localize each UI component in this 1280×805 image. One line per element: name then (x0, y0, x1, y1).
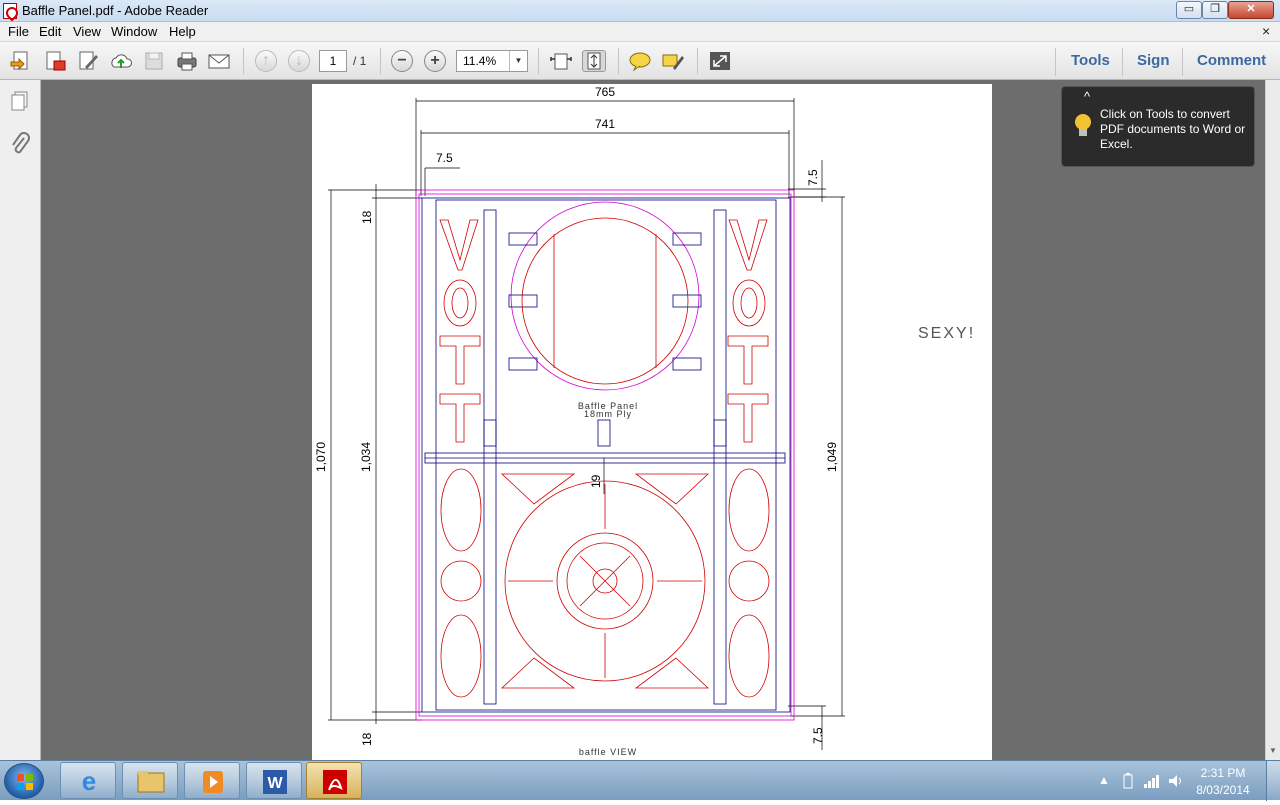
dim-center: 19 (589, 474, 603, 488)
taskbar: e W ▲ 2:31 PM 8/03/2014 (0, 760, 1280, 801)
toolbar-separator (697, 48, 698, 74)
show-desktop-button[interactable] (1266, 761, 1280, 801)
plus-icon: + (424, 50, 446, 72)
print-icon[interactable] (175, 50, 199, 72)
scroll-down-icon[interactable]: ▼ (1269, 746, 1277, 755)
navigation-panel (0, 80, 41, 760)
adobe-reader-icon (3, 3, 17, 19)
pdf-page: 765 741 7.5 7.5 18 1,070 1,034 1,049 19 … (312, 84, 992, 760)
tools-tab[interactable]: Tools (1071, 52, 1110, 69)
highlight-icon[interactable] (661, 50, 685, 72)
email-icon[interactable] (207, 50, 231, 72)
dim-top-outer: 765 (595, 85, 615, 99)
dim-right-height: 1,049 (825, 442, 839, 472)
save-icon[interactable] (142, 50, 166, 72)
battery-icon[interactable] (1122, 773, 1134, 794)
zoom-in-button[interactable]: + (424, 50, 446, 72)
attachments-icon[interactable] (9, 132, 31, 161)
zoom-dropdown-icon[interactable]: ▼ (509, 51, 527, 71)
menu-bar: File Edit View Window Help × (0, 22, 1280, 42)
adobe-reader-task[interactable] (306, 762, 362, 799)
comment-tab[interactable]: Comment (1197, 52, 1266, 69)
create-pdf-icon[interactable] (43, 50, 67, 72)
window-title: Baffle Panel.pdf - Adobe Reader (22, 3, 209, 18)
cloud-upload-icon[interactable] (109, 50, 133, 72)
page-number-input[interactable]: 1 (319, 50, 347, 72)
toolbar-separator (1055, 48, 1056, 76)
tools-tooltip: ^ Click on Tools to convert PDF document… (1061, 86, 1255, 167)
toolbar-separator (1122, 48, 1123, 76)
fit-width-icon[interactable] (549, 50, 573, 72)
toolbar-separator (618, 48, 619, 74)
next-page-icon[interactable]: ↓ (288, 50, 310, 72)
internet-explorer-task[interactable]: e (60, 762, 116, 799)
menu-window[interactable]: Window (111, 24, 157, 39)
minus-icon: − (391, 50, 413, 72)
dim-left-inner: 1,034 (359, 442, 373, 472)
vertical-scrollbar[interactable]: ▼ (1265, 80, 1280, 760)
fit-page-icon[interactable] (582, 50, 606, 72)
sticky-note-icon[interactable] (628, 50, 652, 72)
menu-help[interactable]: Help (169, 24, 196, 39)
view-label: baffle VIEW (579, 747, 637, 757)
zoom-out-button[interactable]: − (391, 50, 413, 72)
svg-text:e: e (82, 766, 96, 796)
toolbar: ↑ ↓ 1 / 1 − + 11.4% ▼ Tools Sign Comment (0, 42, 1280, 80)
panel-label-line2: 18mm Ply (584, 409, 632, 419)
dim-right-top: 7.5 (806, 169, 820, 186)
start-button[interactable] (4, 763, 44, 799)
lightbulb-icon (1074, 113, 1092, 139)
show-hidden-icons[interactable]: ▲ (1098, 773, 1110, 787)
clock-time[interactable]: 2:31 PM (1193, 766, 1253, 780)
dim-left-top: 18 (360, 210, 374, 224)
baffle-drawing: 765 741 7.5 7.5 18 1,070 1,034 1,049 19 … (314, 85, 975, 757)
toolbar-separator (1182, 48, 1183, 76)
toolbar-separator (243, 48, 244, 74)
explorer-task[interactable] (122, 762, 178, 799)
edit-pdf-icon[interactable] (76, 50, 100, 72)
clock-date[interactable]: 8/03/2014 (1193, 783, 1253, 797)
tooltip-collapse-icon[interactable]: ^ (1084, 89, 1090, 104)
menu-file[interactable]: File (8, 24, 29, 39)
menu-edit[interactable]: Edit (39, 24, 61, 39)
toolbar-separator (380, 48, 381, 74)
open-icon[interactable] (9, 50, 33, 72)
menu-view[interactable]: View (73, 24, 101, 39)
toolbar-separator (538, 48, 539, 74)
svg-text:W: W (267, 775, 283, 792)
close-document-icon[interactable]: × (1262, 23, 1270, 39)
previous-page-icon[interactable]: ↑ (255, 50, 277, 72)
dim-left-bottom: 18 (360, 732, 374, 746)
network-icon[interactable] (1143, 773, 1161, 794)
dim-right-bottom: 7.5 (811, 727, 825, 744)
maximize-button[interactable]: ❐ (1202, 1, 1228, 19)
close-button[interactable]: ✕ (1228, 1, 1274, 19)
dim-edge-offset: 7.5 (436, 151, 453, 165)
word-task[interactable]: W (246, 762, 302, 799)
page-total-label: / 1 (353, 54, 367, 68)
dim-top-inner: 741 (595, 117, 615, 131)
dim-left-outer: 1,070 (314, 442, 328, 472)
media-player-task[interactable] (184, 762, 240, 799)
side-text: SEXY! (918, 325, 975, 342)
full-screen-icon[interactable] (708, 50, 732, 72)
volume-icon[interactable] (1167, 773, 1185, 794)
tooltip-text: Click on Tools to convert PDF documents … (1100, 107, 1246, 151)
minimize-button[interactable]: ▭ (1176, 1, 1202, 19)
page-thumbnails-icon[interactable] (9, 90, 31, 117)
title-bar: Baffle Panel.pdf - Adobe Reader ▭ ❐ ✕ (0, 0, 1280, 22)
sign-tab[interactable]: Sign (1137, 52, 1170, 69)
